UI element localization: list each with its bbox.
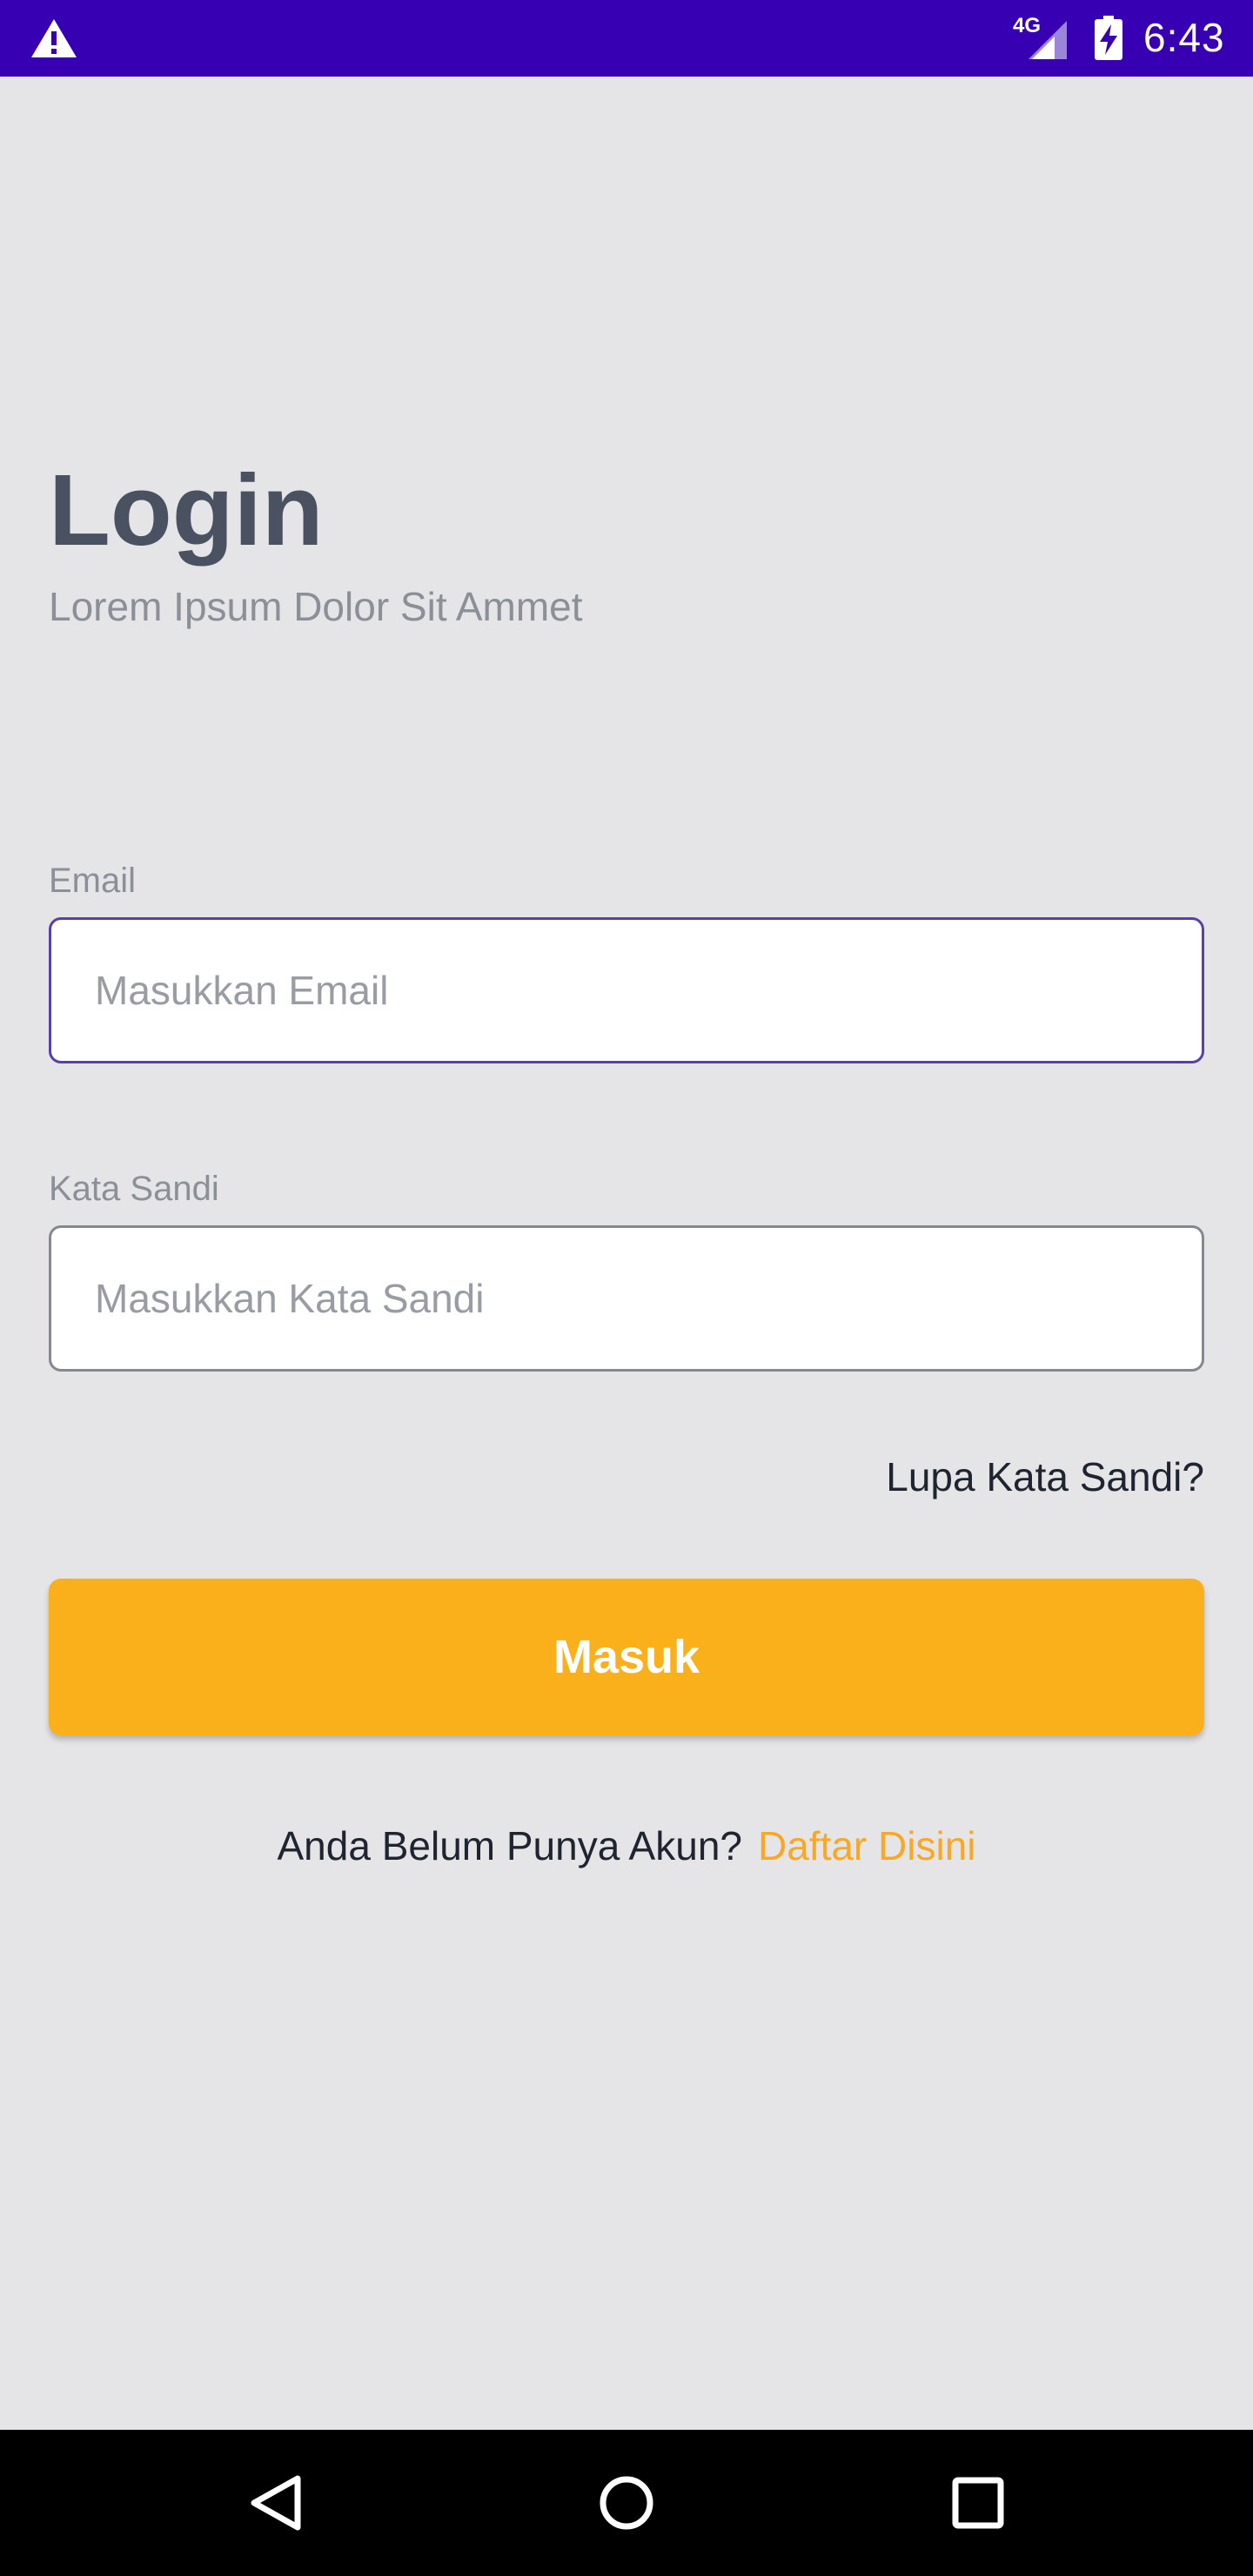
register-link[interactable]: Daftar Disini bbox=[758, 1823, 976, 1868]
password-field[interactable] bbox=[49, 1225, 1204, 1372]
status-time: 6:43 bbox=[1143, 15, 1225, 60]
password-label: Kata Sandi bbox=[49, 1170, 219, 1208]
navigation-bar bbox=[0, 2430, 1253, 2576]
register-prompt: Anda Belum Punya Akun? bbox=[277, 1823, 742, 1868]
page-subtitle: Lorem Ipsum Dolor Sit Ammet bbox=[49, 584, 583, 629]
signal-icon bbox=[1029, 21, 1067, 59]
forgot-password-link[interactable]: Lupa Kata Sandi? bbox=[886, 1453, 1204, 1500]
email-label: Email bbox=[49, 862, 137, 900]
back-icon[interactable] bbox=[240, 2466, 313, 2539]
home-icon[interactable] bbox=[590, 2466, 663, 2539]
login-button[interactable]: Masuk bbox=[49, 1579, 1204, 1735]
register-row: Anda Belum Punya Akun? Daftar Disini bbox=[0, 1822, 1253, 1869]
email-field[interactable] bbox=[49, 917, 1204, 1063]
status-bar: 4G 6:43 bbox=[0, 0, 1253, 77]
battery-charging-icon bbox=[1095, 16, 1122, 60]
warning-icon bbox=[31, 19, 77, 57]
page-title: Login bbox=[49, 453, 324, 567]
recents-icon[interactable] bbox=[941, 2466, 1015, 2539]
